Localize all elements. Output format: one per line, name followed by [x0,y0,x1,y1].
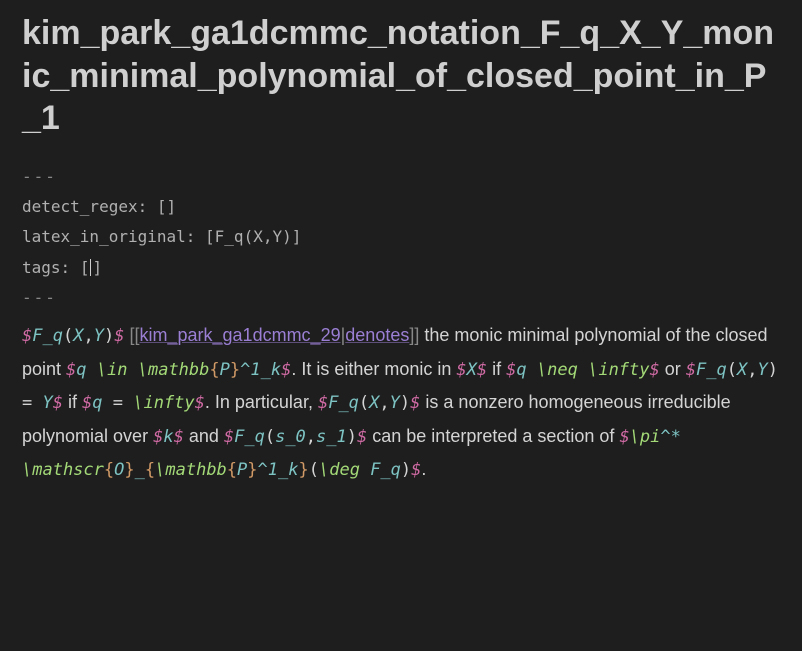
frontmatter-close: --- [22,283,780,313]
text: can be interpreted a section of [367,426,619,446]
note-body[interactable]: $F_q(X,Y)$ [[kim_park_ga1dcmmc_29|denote… [22,319,780,486]
math-inline: $k$ [153,427,184,447]
text: and [184,426,224,446]
wikilink-close: ]] [409,325,419,345]
math-inline: $q \neq \infty$ [506,360,660,380]
math-inline: $q \in \mathbb{P}^1_k$ [66,360,291,380]
wikilink-open: [[ [129,325,139,345]
text: . In particular, [205,392,318,412]
fm-value: [] [157,197,176,216]
fm-key: tags: [22,258,70,277]
frontmatter-line-detect-regex[interactable]: detect_regex: [] [22,192,780,222]
frontmatter-line-tags[interactable]: tags: [] [22,253,780,283]
frontmatter-line-latex-in-original[interactable]: latex_in_original: [F_q(X,Y)] [22,222,780,252]
text: if [487,359,506,379]
text: if [63,392,82,412]
math-inline: $F_q(X,Y)$ [318,393,420,413]
fm-key: latex_in_original: [22,227,195,246]
page-title: kim_park_ga1dcmmc_notation_F_q_X_Y_monic… [22,12,780,140]
fm-bracket-close: ] [92,258,102,277]
fm-bracket-open: [ [80,258,90,277]
wikilink-target: kim_park_ga1dcmmc_29 [140,325,341,345]
math-inline: $q = \infty$ [82,393,205,413]
fm-value: [F_q(X,Y)] [205,227,301,246]
frontmatter-block[interactable]: --- detect_regex: [] latex_in_original: … [22,162,780,314]
math-inline: $X$ [456,360,487,380]
wikilink[interactable]: kim_park_ga1dcmmc_29|denotes [140,325,410,345]
wikilink-text: denotes [345,325,409,345]
text: . [421,459,426,479]
fm-key: detect_regex: [22,197,147,216]
text: . It is either monic in [291,359,456,379]
text: or [660,359,686,379]
math-inline: $F_q(s_0,s_1)$ [224,427,367,447]
math-inline: $F_q(X,Y)$ [22,326,124,346]
frontmatter-open: --- [22,162,780,192]
